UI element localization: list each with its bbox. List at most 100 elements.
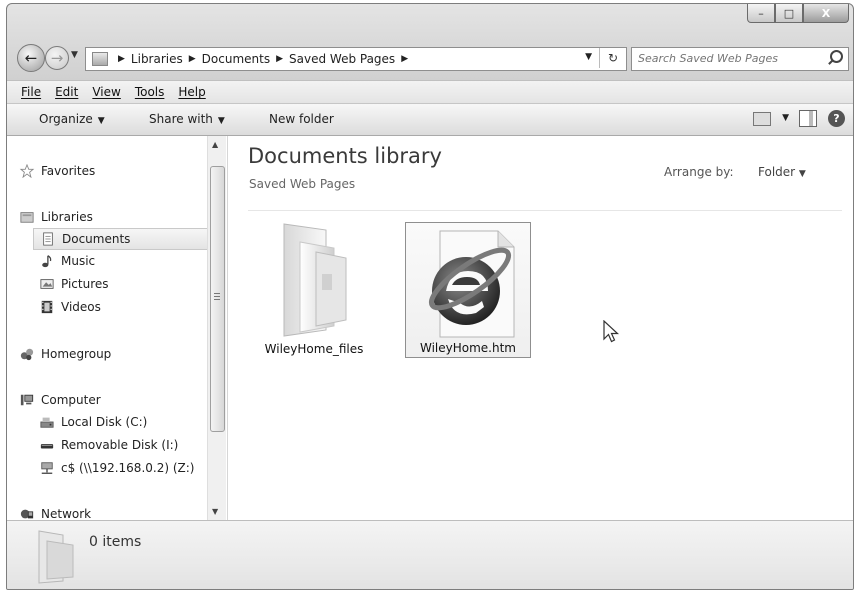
libraries-icon — [20, 212, 34, 223]
view-options-dropdown-icon[interactable]: ▼ — [782, 113, 789, 123]
breadcrumb-libraries[interactable]: Libraries — [131, 52, 183, 66]
local-disk-icon — [40, 417, 54, 428]
details-pane: 0 items — [7, 520, 853, 589]
address-bar[interactable]: ▶ Libraries ▶ Documents ▶ Saved Web Page… — [85, 47, 627, 71]
nav-item-music[interactable]: Music — [39, 250, 95, 272]
breadcrumb-documents[interactable]: Documents — [202, 52, 270, 66]
close-button[interactable]: X — [803, 4, 849, 23]
nav-item-pictures[interactable]: Pictures — [39, 273, 109, 295]
scroll-up-arrow-icon[interactable]: ▲ — [212, 140, 218, 149]
nav-scrollbar[interactable]: ▲ ▼ — [207, 136, 226, 520]
nav-label: Favorites — [41, 164, 96, 178]
command-bar: Organize ▼ Share with ▼ New folder ▼ ? — [7, 104, 853, 136]
documents-icon — [43, 232, 53, 246]
pictures-icon — [40, 279, 54, 289]
arrange-by-label: Arrange by: — [664, 165, 734, 179]
nav-label: Computer — [41, 393, 101, 407]
nav-label: Videos — [61, 300, 101, 314]
address-dropdown-icon[interactable]: ▼ — [585, 52, 592, 62]
refresh-button[interactable]: ↻ — [599, 48, 626, 68]
caption-buttons: – □ X — [747, 4, 849, 23]
share-with-button[interactable]: Share with ▼ — [149, 112, 225, 126]
recent-pages-dropdown[interactable]: ▼ — [71, 50, 78, 60]
change-view-icon[interactable] — [753, 112, 771, 126]
nav-item-removable-disk[interactable]: Removable Disk (I:) — [39, 434, 178, 456]
new-folder-button[interactable]: New folder — [269, 112, 334, 126]
file-item-folder[interactable]: WileyHome_files — [262, 218, 366, 358]
item-count: 0 items — [89, 534, 142, 550]
breadcrumb-separator-icon[interactable]: ▶ — [276, 54, 283, 64]
computer-icon — [20, 394, 34, 406]
homegroup-icon — [20, 348, 34, 361]
nav-label: Network — [41, 507, 92, 521]
breadcrumb-separator-icon[interactable]: ▶ — [118, 54, 125, 64]
removable-disk-icon — [40, 444, 54, 449]
menu-edit[interactable]: Edit — [55, 85, 78, 99]
library-subtitle: Saved Web Pages — [249, 177, 356, 191]
back-button[interactable]: ← — [17, 44, 45, 72]
search-box[interactable] — [631, 47, 849, 71]
breadcrumb-separator-icon[interactable]: ▶ — [401, 54, 408, 64]
menu-help[interactable]: Help — [178, 85, 205, 99]
nav-label: c$ (\\192.168.0.2) (Z:) — [61, 461, 195, 475]
scroll-down-arrow-icon[interactable]: ▼ — [212, 507, 218, 516]
breadcrumb: ▶ Libraries ▶ Documents ▶ Saved Web Page… — [112, 52, 414, 66]
nav-item-documents[interactable]: Documents — [33, 228, 211, 250]
chevron-down-icon: ▼ — [217, 116, 225, 126]
libraries-icon — [92, 52, 108, 66]
minimize-button[interactable]: – — [747, 4, 775, 23]
back-arrow-icon: ← — [24, 49, 38, 67]
videos-icon — [41, 300, 53, 314]
organize-label: Organize — [39, 112, 93, 126]
network-drive-icon — [41, 462, 53, 474]
chevron-down-icon: ▼ — [798, 169, 806, 179]
library-title: Documents library — [248, 144, 442, 168]
chevron-down-icon: ▼ — [97, 116, 105, 126]
file-list-pane: Documents library Saved Web Pages Arrang… — [228, 136, 853, 520]
nav-item-libraries[interactable]: Libraries — [19, 206, 93, 228]
folder-icon — [283, 223, 347, 337]
menu-view[interactable]: View — [92, 85, 120, 99]
nav-label: Libraries — [41, 210, 93, 224]
nav-label: Music — [61, 254, 96, 268]
nav-item-network-drive[interactable]: c$ (\\192.168.0.2) (Z:) — [39, 457, 194, 479]
nav-item-favorites[interactable]: Favorites — [19, 160, 95, 182]
organize-button[interactable]: Organize ▼ — [39, 112, 105, 126]
menu-file[interactable]: File — [21, 85, 41, 99]
breadcrumb-separator-icon[interactable]: ▶ — [189, 54, 196, 64]
arrange-by-value: Folder — [758, 165, 796, 179]
nav-item-computer[interactable]: Computer — [19, 389, 101, 411]
forward-arrow-icon: → — [50, 49, 64, 67]
explorer-window: – □ X ← → ▼ ▶ Libraries ▶ Documents ▶ Sa… — [6, 3, 854, 590]
nav-label: Pictures — [61, 277, 109, 291]
forward-button[interactable]: → — [45, 46, 69, 70]
header-divider — [248, 210, 842, 211]
breadcrumb-saved-web-pages[interactable]: Saved Web Pages — [289, 52, 395, 66]
address-row: ← → ▼ ▶ Libraries ▶ Documents ▶ Saved We… — [7, 40, 853, 74]
file-item-htm[interactable]: WileyHome.htm — [405, 222, 531, 358]
menu-tools[interactable]: Tools — [135, 85, 165, 99]
nav-item-videos[interactable]: Videos — [39, 296, 101, 318]
search-input[interactable] — [632, 48, 824, 68]
music-note-icon — [42, 255, 52, 268]
star-icon — [19, 164, 35, 178]
grip-icon — [214, 293, 220, 294]
navigation-pane: Favorites Libraries Documents Music Pict… — [7, 136, 228, 521]
scroll-thumb[interactable] — [210, 166, 225, 432]
network-icon — [20, 509, 34, 519]
arrange-by-dropdown[interactable]: Folder ▼ — [758, 165, 806, 179]
search-icon[interactable] — [830, 50, 843, 63]
internet-explorer-document-icon — [428, 230, 515, 338]
nav-item-local-disk[interactable]: Local Disk (C:) — [39, 411, 147, 433]
maximize-button[interactable]: □ — [775, 4, 803, 23]
nav-label: Removable Disk (I:) — [61, 438, 179, 452]
mouse-cursor-icon — [603, 320, 620, 343]
nav-item-homegroup[interactable]: Homegroup — [19, 343, 111, 365]
preview-pane-icon[interactable] — [799, 110, 817, 127]
file-name: WileyHome_files — [264, 342, 364, 356]
menu-bar: File Edit View Tools Help — [7, 80, 853, 104]
help-button[interactable]: ? — [828, 110, 845, 127]
refresh-icon: ↻ — [607, 51, 619, 65]
file-name: WileyHome.htm — [419, 341, 516, 355]
share-with-label: Share with — [149, 112, 213, 126]
